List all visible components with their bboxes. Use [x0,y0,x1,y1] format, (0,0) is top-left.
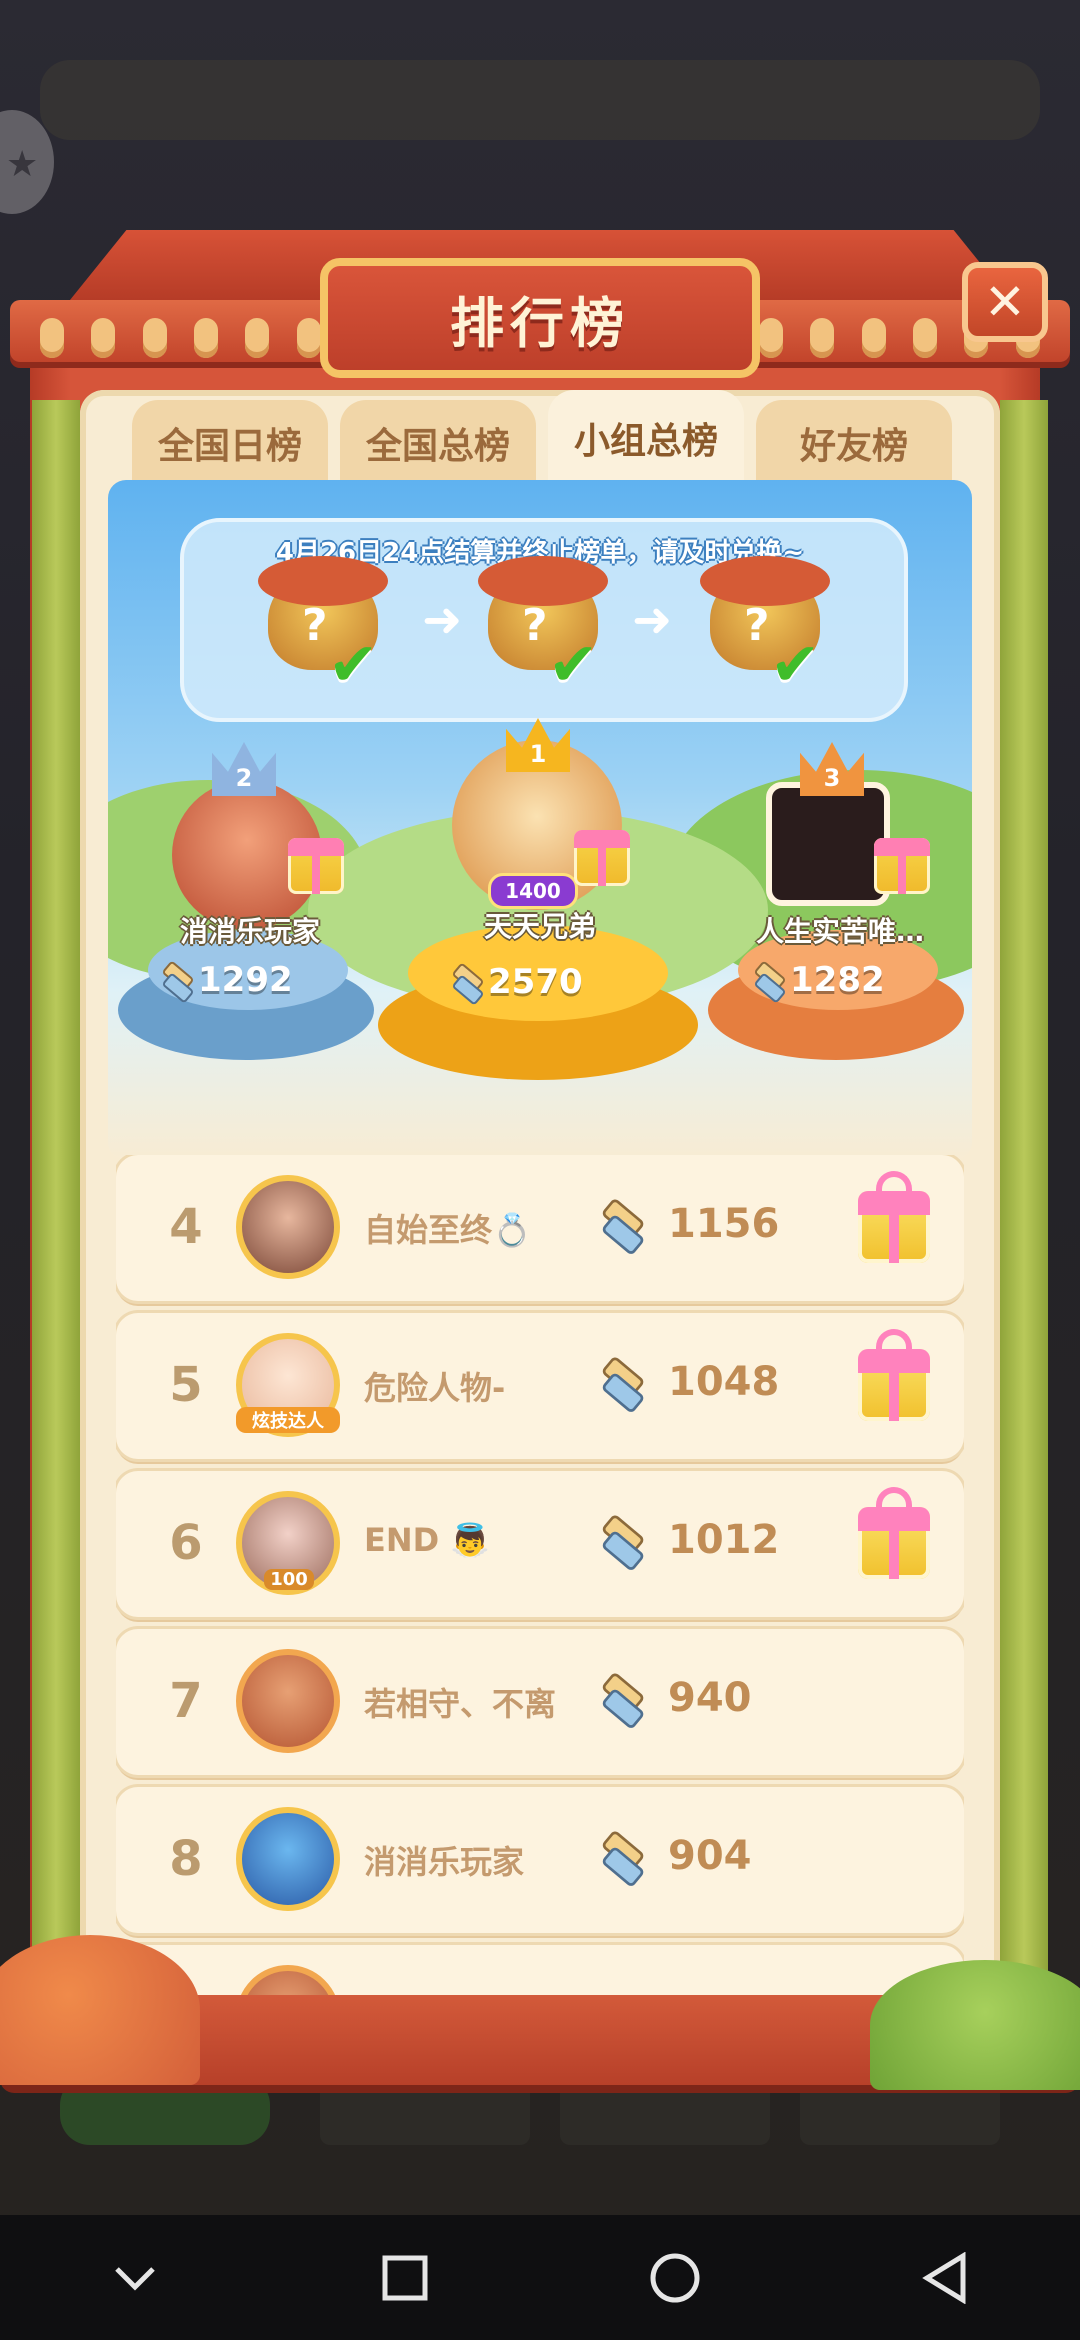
arrow-right-icon: ➜ [632,592,673,648]
podium-name-first: 天天兄弟 [483,910,596,943]
tab-friends[interactable]: 好友榜 [756,400,952,486]
question-mark: ? [744,600,770,651]
check-icon: ✔ [548,630,599,700]
avatar-third[interactable] [766,782,890,906]
score-value: 1048 [668,1359,780,1405]
ranking-row[interactable]: 5 炫技达人 危险人物- 1048 [116,1313,964,1459]
rank-number: 8 [169,1831,203,1887]
avatar[interactable] [236,1175,340,1279]
podium-name-second: 消消乐玩家 [179,915,320,948]
check-icon: ✔ [328,630,379,700]
tab-national-daily[interactable]: 全国日榜 [132,400,328,486]
player-name: 若相守、不离 [364,1685,557,1723]
score-value: 2570 [488,962,583,1002]
avatar-tag: 100 [264,1569,314,1590]
ticket-icon [752,963,782,997]
ticket-icon [599,1359,640,1405]
gear-icon: ★ [6,144,39,185]
ticket-icon [599,1201,640,1247]
stage-reward-2[interactable]: ? ✔ [478,556,608,700]
chevron-down-icon[interactable] [90,2233,180,2323]
question-mark: ? [522,600,548,651]
title-plaque: 排行榜 [320,258,760,378]
question-mark: ? [302,600,328,651]
podium-score-third: 1282 [752,960,885,1000]
podium-score-first: 2570 [450,962,583,1002]
close-button[interactable]: ✕ [962,262,1048,342]
ranking-row[interactable]: 6 100 END 👼 1012 [116,1471,964,1617]
close-icon: ✕ [984,273,1026,331]
ranking-row-partial[interactable] [116,1945,964,2000]
rank-number: 5 [169,1357,203,1413]
rank-number: 1 [529,740,547,768]
right-pillar [1000,400,1048,2050]
gift-icon[interactable] [858,1487,930,1579]
ranking-list[interactable]: 4 自始至终💍 1156 5 炫技达人 危险人物- 1048 6 100 END… [116,1155,964,2000]
score-value: 1282 [790,960,885,1000]
ticket-icon [599,1833,640,1879]
gift-icon[interactable] [874,838,930,894]
system-navbar [0,2215,1080,2340]
rank-number: 3 [823,764,841,792]
ticket-icon [599,1517,640,1563]
avatar[interactable]: 炫技达人 [236,1333,340,1437]
player-name: 自始至终💍 [364,1211,532,1249]
avatar-tag: 炫技达人 [236,1407,340,1433]
triangle-back-icon[interactable] [900,2233,990,2323]
avatar[interactable] [236,1807,340,1911]
score-value: 1156 [668,1201,780,1247]
player-name: 危险人物- [364,1369,506,1407]
rank-number: 6 [169,1515,203,1571]
gift-icon[interactable] [288,838,344,894]
circle-icon[interactable] [630,2233,720,2323]
level-badge: 1400 [488,873,578,909]
podium-name-third: 人生实苦唯… [755,915,924,948]
tab-bar: 全国日榜 全国总榜 小组总榜 好友榜 [132,390,952,486]
check-icon: ✔ [770,630,821,700]
rank-number: 2 [235,764,253,792]
score-value: 904 [668,1833,752,1879]
ticket-icon [160,963,190,997]
rank-number: 4 [169,1199,203,1255]
gift-icon[interactable] [858,1171,930,1263]
page-title: 排行榜 [450,291,630,355]
blurred-top-bar [40,60,1040,140]
score-value: 940 [668,1675,752,1721]
player-name: END 👼 [364,1521,491,1559]
square-icon[interactable] [360,2233,450,2323]
ranking-row[interactable]: 8 消消乐玩家 904 [116,1787,964,1933]
avatar[interactable] [236,1649,340,1753]
stage-reward-3[interactable]: ? ✔ [700,556,830,700]
ranking-row[interactable]: 7 若相守、不离 940 [116,1629,964,1775]
decor-bush-right [870,1960,1080,2090]
arrow-right-icon: ➜ [422,592,463,648]
player-name: 消消乐玩家 [364,1843,525,1881]
ranking-row[interactable]: 4 自始至终💍 1156 [116,1155,964,1301]
gift-icon[interactable] [858,1329,930,1421]
avatar[interactable]: 100 [236,1491,340,1595]
tab-national-total[interactable]: 全国总榜 [340,400,536,486]
gift-icon[interactable] [574,830,630,886]
rank-number: 7 [169,1673,203,1729]
tab-group-total[interactable]: 小组总榜 [548,390,744,486]
stage-reward-1[interactable]: ? ✔ [258,556,388,700]
ticket-icon [450,965,480,999]
left-pillar [32,400,80,2050]
score-value: 1012 [668,1517,780,1563]
podium-score-second: 1292 [160,960,293,1000]
ticket-icon [599,1675,640,1721]
score-value: 1292 [198,960,293,1000]
blurred-green-button [60,2075,270,2145]
